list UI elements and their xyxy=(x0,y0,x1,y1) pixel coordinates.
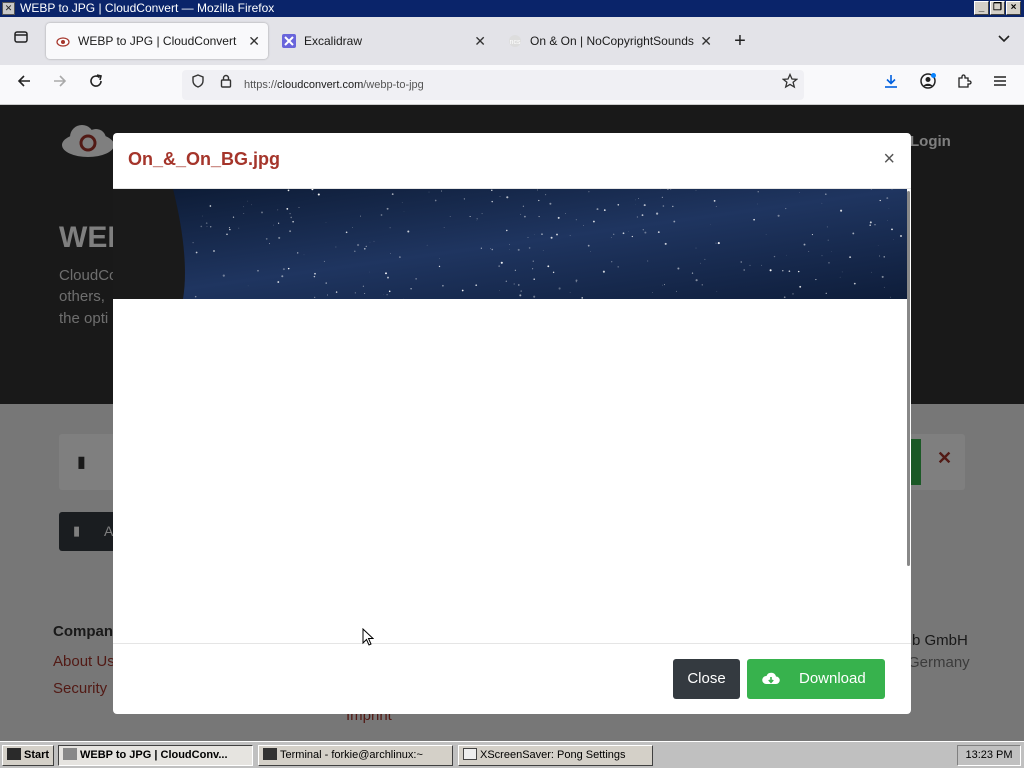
minimize-button[interactable]: _ xyxy=(974,1,989,15)
reload-icon[interactable] xyxy=(83,72,109,98)
new-tab-icon[interactable]: + xyxy=(727,28,753,54)
tab-on-and-on[interactable]: ncs On & On | NoCopyrightSounds Wiki ✕ xyxy=(498,23,720,59)
forward-arrow-icon[interactable] xyxy=(47,72,73,98)
lock-icon[interactable] xyxy=(213,72,239,98)
shield-icon[interactable] xyxy=(185,72,211,98)
close-button[interactable]: Close xyxy=(673,659,740,699)
window-title: WEBP to JPG | CloudConvert — Mozilla Fir… xyxy=(20,1,275,15)
close-window-button[interactable]: × xyxy=(1006,1,1021,15)
tab-close-icon[interactable]: ✕ xyxy=(248,23,260,59)
wiki-favicon: ncs xyxy=(509,35,521,47)
modal-title: On_&_On_BG.jpg xyxy=(128,149,281,169)
tab-close-icon[interactable]: ✕ xyxy=(474,23,486,59)
bookmark-star-icon[interactable] xyxy=(777,72,803,98)
taskbar: Start WEBP to JPG | CloudConv... Termina… xyxy=(0,741,1024,768)
tab-label: Excalidraw xyxy=(304,34,363,48)
svg-text:ncs: ncs xyxy=(510,39,521,46)
taskbar-item-label: WEBP to JPG | CloudConv... xyxy=(80,749,228,761)
image-preview xyxy=(113,189,907,299)
tab-excalidraw[interactable]: Excalidraw ✕ xyxy=(272,23,494,59)
modal-scrollbar[interactable] xyxy=(907,191,910,566)
modal-close-icon[interactable]: × xyxy=(883,148,895,171)
window-title-bar[interactable]: ✕ WEBP to JPG | CloudConvert — Mozilla F… xyxy=(0,0,1024,17)
modal-body xyxy=(113,189,911,643)
menu-hamburger-icon[interactable] xyxy=(987,72,1013,98)
maximize-button[interactable]: ❐ xyxy=(990,1,1005,15)
app-icon: ✕ xyxy=(2,2,15,15)
tab-strip: WEBP to JPG | CloudConvert ✕ Excalidraw … xyxy=(0,17,1024,65)
downloads-icon[interactable] xyxy=(878,72,904,98)
cloud-download-icon xyxy=(762,672,780,684)
tab-label: On & On | NoCopyrightSounds Wiki xyxy=(530,34,696,48)
firefox-task-icon xyxy=(63,748,77,760)
navigation-toolbar: https://cloudconvert.com/webp-to-jpg xyxy=(0,65,1024,105)
modal-footer: Close Download xyxy=(113,643,911,714)
taskbar-item-label: XScreenSaver: Pong Settings xyxy=(480,749,626,761)
modal-header: On_&_On_BG.jpg × xyxy=(113,133,911,189)
start-icon xyxy=(7,748,21,760)
cloudconvert-favicon xyxy=(56,37,70,47)
taskbar-item-firefox[interactable]: WEBP to JPG | CloudConv... xyxy=(58,745,253,766)
download-button[interactable]: Download xyxy=(747,659,885,699)
terminal-task-icon xyxy=(263,748,277,760)
start-label: Start xyxy=(24,749,50,761)
tab-webp-to-jpg[interactable]: WEBP to JPG | CloudConvert ✕ xyxy=(46,23,268,59)
taskbar-item-xscreensaver[interactable]: XScreenSaver: Pong Settings xyxy=(458,745,653,766)
window-task-icon xyxy=(463,748,477,760)
preview-modal: On_&_On_BG.jpg × Close Download xyxy=(113,133,911,714)
download-label: Download xyxy=(799,670,866,687)
start-button[interactable]: Start xyxy=(2,745,54,766)
extensions-icon[interactable] xyxy=(951,72,977,98)
taskbar-item-label: Terminal - forkie@archlinux:~ xyxy=(280,749,423,761)
firefox-view-icon[interactable] xyxy=(8,28,34,54)
url-bar[interactable]: https://cloudconvert.com/webp-to-jpg xyxy=(182,70,804,100)
tab-label: WEBP to JPG | CloudConvert xyxy=(78,34,237,48)
excalidraw-favicon xyxy=(282,34,296,48)
system-clock: 13:23 PM xyxy=(957,745,1021,766)
tab-close-icon[interactable]: ✕ xyxy=(700,23,712,59)
account-icon[interactable] xyxy=(915,72,941,98)
url-text[interactable]: https://cloudconvert.com/webp-to-jpg xyxy=(244,70,424,100)
list-tabs-chevron-icon[interactable] xyxy=(991,28,1017,54)
back-arrow-icon[interactable] xyxy=(11,72,37,98)
taskbar-item-terminal[interactable]: Terminal - forkie@archlinux:~ xyxy=(258,745,453,766)
mouse-cursor-icon xyxy=(362,628,374,646)
